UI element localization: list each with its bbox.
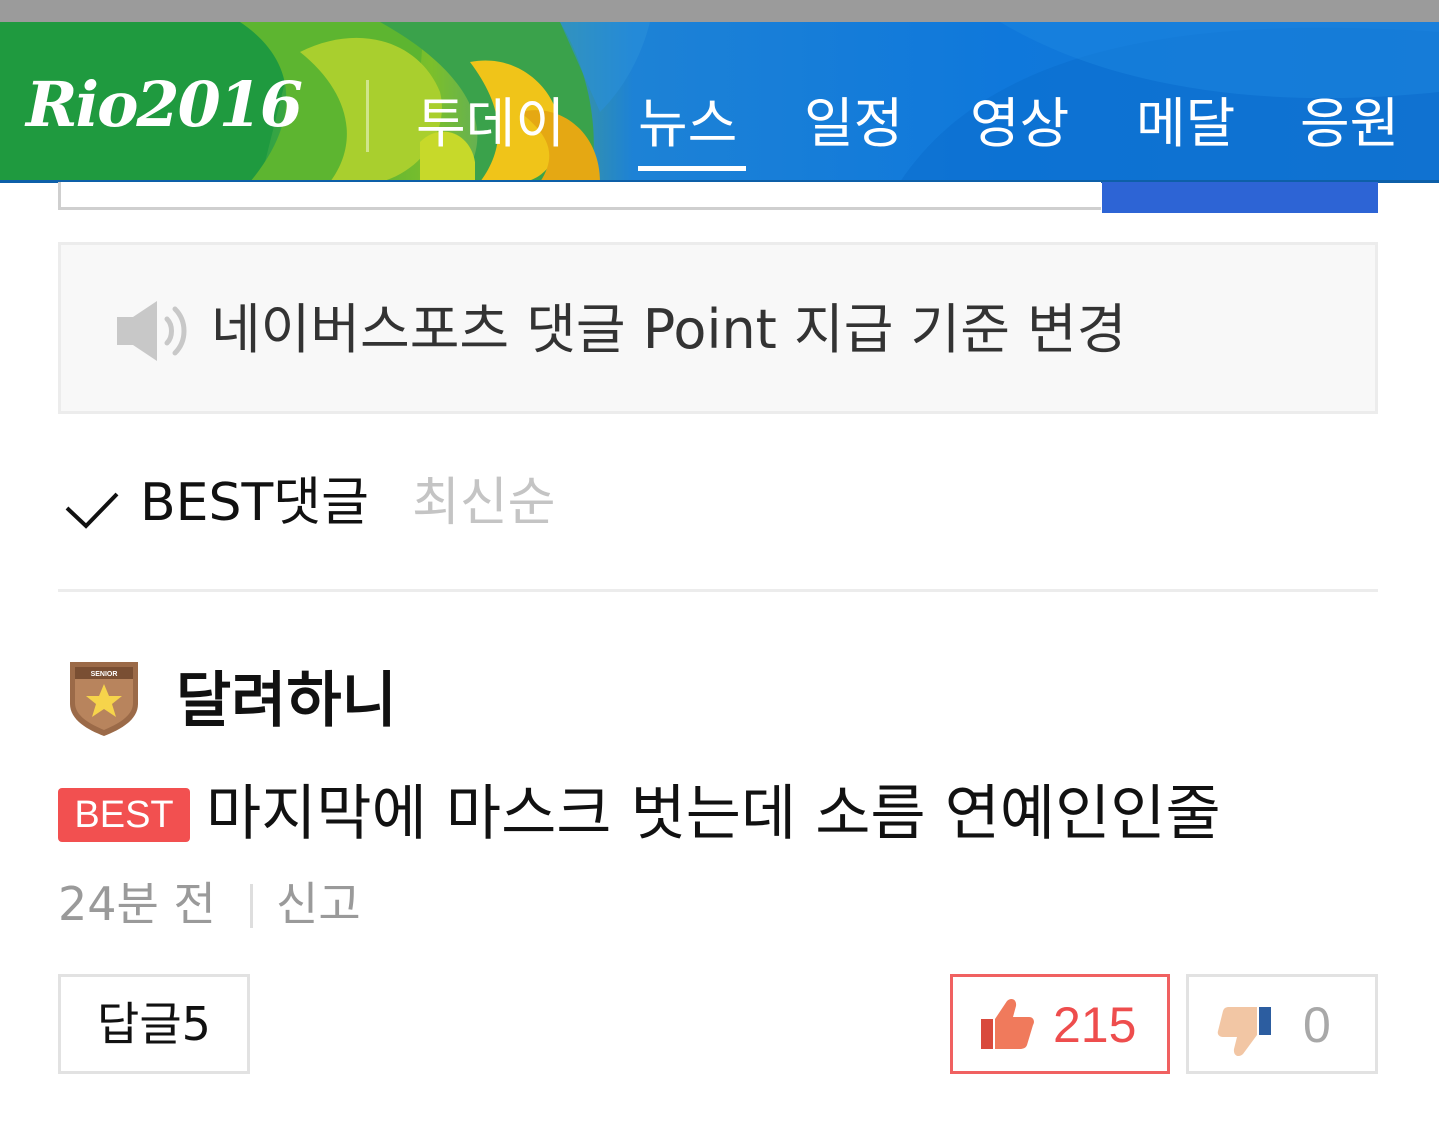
reply-button[interactable]: 답글5 [58, 974, 250, 1074]
rio2016-logo[interactable]: Rio2016 [26, 70, 303, 140]
header-bar: Rio2016 투데이 뉴스 일정 영상 메달 응원 [0, 22, 1439, 182]
comment-timestamp: 24분 전 [58, 877, 216, 931]
notice-banner[interactable]: 네이버스포츠 댓글 Point 지급 기준 변경 [58, 242, 1378, 414]
speaker-icon [117, 301, 187, 361]
reply-count: 5 [181, 997, 211, 1051]
senior-star-badge-icon: SENIOR [70, 662, 138, 736]
nav-tab-cheer[interactable]: 응원 [1300, 92, 1399, 156]
checkmark-icon [65, 492, 119, 529]
thumbs-down-icon [1217, 1007, 1271, 1057]
nav-tab-today[interactable]: 투데이 [416, 92, 565, 156]
nav-tab-news[interactable]: 뉴스 [638, 92, 737, 156]
nav-tab-medal[interactable]: 메달 [1136, 92, 1235, 156]
svg-text:SENIOR: SENIOR [91, 671, 118, 678]
like-button[interactable]: 215 [950, 974, 1170, 1074]
comment-body: 마지막에 마스크 벗는데 소름 연예인인줄 [206, 779, 1221, 849]
system-status-bar [0, 0, 1439, 22]
logo-divider [366, 80, 369, 152]
best-badge: BEST [58, 788, 190, 842]
meta-divider [250, 884, 253, 928]
thumbs-up-icon [981, 998, 1034, 1049]
nav-active-indicator [638, 166, 746, 171]
sort-recent[interactable]: 최신순 [412, 468, 556, 538]
comment-submit-button[interactable] [1102, 182, 1378, 213]
like-count: 215 [1053, 997, 1137, 1053]
sort-best-comments[interactable]: BEST댓글 [140, 468, 369, 538]
nav-tab-video[interactable]: 영상 [970, 92, 1069, 156]
comment-author[interactable]: 달려하니 [176, 664, 397, 738]
notice-text: 네이버스포츠 댓글 Point 지급 기준 변경 [211, 298, 1127, 361]
dislike-count: 0 [1303, 997, 1331, 1053]
nav-tab-schedule[interactable]: 일정 [804, 92, 903, 156]
reply-label: 답글5 [97, 991, 211, 1057]
section-divider [58, 589, 1378, 592]
report-link[interactable]: 신고 [276, 872, 361, 936]
reply-label-text: 답글 [97, 997, 182, 1051]
comment-input-box[interactable] [58, 182, 1101, 210]
dislike-button[interactable]: 0 [1186, 974, 1378, 1074]
